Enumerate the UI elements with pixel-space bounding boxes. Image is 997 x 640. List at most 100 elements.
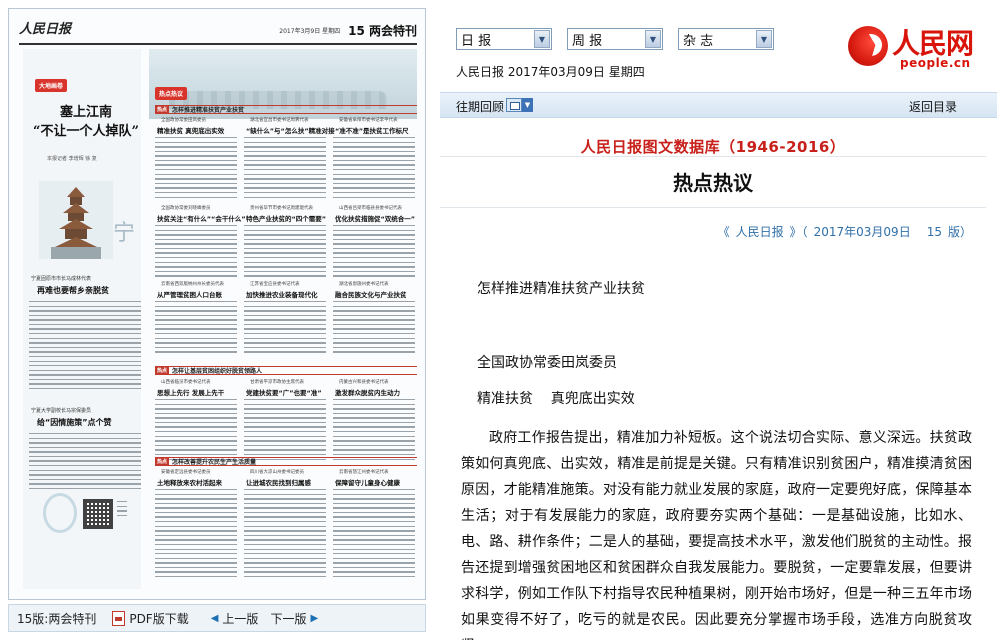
feature-tag: 大地画卷	[35, 79, 68, 92]
sub-story-2-headline[interactable]: 给“因情施策”点个赞	[37, 417, 112, 428]
paper-article-headline[interactable]: 让进城农民找到归属感	[246, 477, 311, 487]
paper-masthead: 人民日报	[19, 22, 72, 37]
paper-article-text	[244, 301, 326, 356]
paper-date: 2017年3月9日 星期四	[279, 28, 341, 35]
database-title: 人民日报图文数据库（1946-2016）	[580, 138, 846, 156]
nav-bar: 往期回顾 ▼ 返回目录	[440, 92, 997, 118]
source-paper[interactable]: 人民日报	[736, 225, 784, 239]
weekly-select[interactable]: 周 报 ▼	[567, 28, 663, 50]
pdf-download-link[interactable]: PDF版下载	[106, 605, 194, 631]
paper-article-headline[interactable]: 土地释放来农村活起来	[157, 477, 222, 487]
paper-article-headline[interactable]: 特色产业扶贫的“四个需要”	[246, 213, 326, 223]
back-issues-label: 往期回顾	[456, 100, 505, 114]
chevron-down-icon[interactable]: ▼	[522, 98, 533, 112]
paper-article-headline[interactable]: “缺什么”与“怎么扶”精准对接	[246, 125, 335, 135]
sub-story-2-text	[29, 433, 141, 493]
article-author: 全国政协常委田岚委员	[477, 355, 617, 371]
ningxia-character-decoration: 宁	[113, 221, 136, 246]
next-edition-link[interactable]: 下一版 ▶	[264, 605, 324, 631]
return-to-contents-link[interactable]: 返回目录	[909, 98, 957, 115]
paper-article-headline[interactable]: 从严管理贫困人口台账	[157, 289, 222, 299]
paper-article-text	[244, 399, 326, 463]
paper-article-text	[155, 225, 237, 280]
paper-section-2-title: 怎样让基层贫困组织好脱贫领路人	[172, 368, 263, 375]
article-headline: 怎样推进精准扶贫产业扶贫	[477, 281, 645, 297]
article-subhead: 精准扶贫 真兜底出实效	[477, 391, 635, 407]
paper-article-kicker: 湖北省宜昌市委书记周霁代表	[250, 118, 309, 123]
paper-article-kicker: 安徽省阜阳市委书记李平代表	[339, 118, 398, 123]
paper-section-1-title: 怎样推进精准扶贫产业扶贫	[172, 107, 245, 114]
arrow-left-icon: ◀	[210, 612, 219, 624]
qr-code-icon	[83, 499, 113, 529]
paper-article-kicker: 甘肃省平凉市政协主席代表	[250, 380, 304, 385]
back-issues-picker[interactable]: ▼	[506, 98, 536, 112]
people-cn-logo[interactable]: 人民网 people.cn	[848, 22, 988, 78]
paper-article-kicker: 四川省大凉山州委书记委员	[250, 470, 304, 475]
edition-label: 15版:两会特刊	[17, 611, 97, 626]
paper-article-headline[interactable]: 优化扶贫措施促“双统合一”	[335, 213, 415, 223]
magazine-select-value: 杂 志	[683, 33, 714, 49]
paper-article-text	[333, 399, 415, 463]
paper-article-kicker: 全国政协常委刘晓峰委员	[161, 206, 211, 211]
paper-article-headline[interactable]: “准不准”是扶贫工作标尺	[335, 125, 409, 135]
feature-headline[interactable]: 塞上江南 “不让一个人掉队”	[31, 103, 141, 141]
paper-article-text	[244, 489, 326, 581]
paper-article-text	[333, 301, 415, 356]
feature-headline-line1: 塞上江南	[59, 105, 112, 120]
paper-article-kicker: 湖北省恩施州委书记代表	[339, 282, 389, 287]
paper-section-1: 热点 怎样推进精准扶贫产业扶贫	[155, 105, 417, 114]
prev-edition-link[interactable]: ◀ 上一版	[205, 605, 265, 631]
sub-story-2-kicker: 宁夏大学副校长马宗保委员	[31, 408, 92, 414]
source-page-suffix: 版）	[947, 225, 972, 239]
chevron-down-icon[interactable]: ▼	[534, 30, 550, 48]
conference-emblem-icon	[43, 493, 77, 533]
issue-date: 人民日报 2017年03月09日 星期四	[456, 65, 645, 79]
paper-article-headline[interactable]: 扶贫关注“有什么”“会干什么”	[157, 213, 246, 223]
paper-article-text	[244, 137, 326, 201]
column-title: 热点热议	[673, 171, 753, 195]
source-date: 2017年03月09日	[813, 225, 911, 239]
divider	[440, 156, 986, 157]
paper-article-kicker: 安徽省定远县委书记委员	[161, 470, 211, 475]
pdf-download-label: PDF版下载	[129, 611, 189, 626]
paper-section-3: 热点 怎样改善提升农民生产生活质量	[155, 457, 417, 466]
paper-article-kicker: 云南省怒江州委书记代表	[339, 470, 389, 475]
source-page: 15	[926, 225, 942, 239]
arrow-right-icon: ▶	[310, 612, 319, 624]
paper-article-headline[interactable]: 思想上先行 发展上先干	[157, 387, 224, 397]
paper-article-headline[interactable]: 加快推进农业装备现代化	[246, 289, 318, 299]
paper-article-headline[interactable]: 精准扶贫 真兜底出实效	[157, 125, 224, 135]
calendar-icon[interactable]	[506, 98, 522, 112]
paper-article-text	[244, 225, 326, 280]
paper-article-headline[interactable]: 党建扶贫要“广”也要“准”	[246, 387, 322, 397]
chevron-down-icon[interactable]: ▼	[645, 30, 661, 48]
paper-article-text	[333, 225, 415, 280]
chevron-down-icon[interactable]: ▼	[756, 30, 772, 48]
qr-note-text	[117, 501, 127, 525]
divider	[440, 207, 986, 208]
weekly-select-value: 周 报	[572, 33, 603, 49]
paper-section-3-title: 怎样改善提升农民生产生活质量	[172, 459, 257, 466]
paper-article-headline[interactable]: 保障留守儿童身心健康	[335, 477, 400, 487]
paper-article-text	[155, 489, 237, 581]
paper-toolbar: 15版:两会特刊 PDF版下载 ◀ 上一版 下一版 ▶	[8, 604, 426, 632]
paper-article-kicker: 山西省临汾市委书记代表	[161, 380, 211, 385]
paper-article-kicker: 全国政协常委田岚委员	[161, 118, 206, 123]
source-suffix: 》（	[789, 225, 808, 239]
sub-story-1-text	[29, 301, 141, 393]
daily-select[interactable]: 日 报 ▼	[456, 28, 552, 50]
article-body: 政府工作报告提出，精准加力补短板。这个说法切合实际、意义深远。扶贫政策如何真兜底…	[461, 430, 972, 640]
site-header: 日 报 ▼ 周 报 ▼ 杂 志 ▼ 人民日报 2017年03月09日 星期四 人…	[440, 0, 997, 88]
sub-story-1-kicker: 宁夏固原市市长马成林代表	[31, 276, 92, 282]
source-prefix: 《	[717, 225, 730, 239]
pagoda-photo-icon	[39, 181, 113, 259]
magazine-select[interactable]: 杂 志 ▼	[678, 28, 774, 50]
sub-story-1-headline[interactable]: 再难也要帮乡亲脱贫	[37, 285, 109, 296]
next-edition-label: 下一版	[270, 611, 307, 626]
paper-article-headline[interactable]: 激发群众脱贫内生动力	[335, 387, 400, 397]
paper-article-headline[interactable]: 融合民族文化与产业扶贫	[335, 289, 407, 299]
feature-byline: 本报记者 李增辉 徐 复	[47, 156, 97, 162]
newspaper-page-image[interactable]: 人民日报 2017年3月9日 星期四 15 两会特刊 大地画卷 塞上江南 “不让…	[8, 8, 426, 600]
paper-article-text	[155, 137, 237, 201]
paper-article-kicker: 江苏省宝应县委书记代表	[250, 282, 300, 287]
